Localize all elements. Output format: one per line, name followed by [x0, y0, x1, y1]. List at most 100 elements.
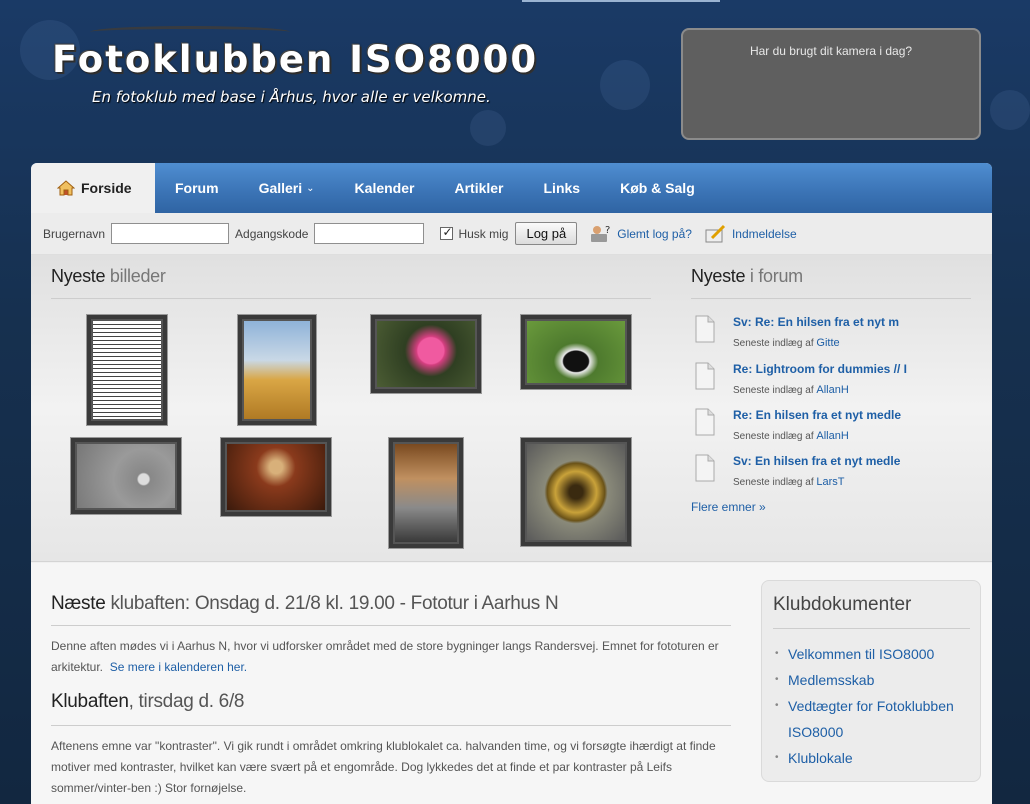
images-heading: Nyeste billeder — [51, 266, 166, 287]
username-input[interactable] — [111, 223, 230, 244]
forum-post-meta: Seneste indlæg af AllanH — [733, 384, 849, 396]
divider — [51, 625, 731, 626]
forgot-login-icon: ? — [589, 224, 613, 244]
forum-post-meta: Seneste indlæg af LarsT — [733, 476, 845, 488]
login-button[interactable]: Log på — [515, 222, 578, 245]
nav-item-kalender[interactable]: Kalender — [335, 163, 435, 213]
thumbnail-image — [377, 321, 475, 387]
nav-item-links[interactable]: Links — [524, 163, 601, 213]
heading-strong: Nyeste — [51, 266, 106, 286]
divider — [691, 298, 971, 299]
heading-light: billeder — [105, 266, 166, 286]
nav-item-forside[interactable]: Forside — [31, 163, 155, 213]
content-area: Næste klubaften: Onsdag d. 21/8 kl. 19.0… — [31, 563, 992, 804]
divider — [51, 725, 731, 726]
document-icon — [693, 408, 717, 436]
heading-strong: Nyeste — [691, 266, 746, 286]
svg-text:?: ? — [605, 225, 610, 236]
article-body: Aftenens emne var "kontraster". Vi gik r… — [51, 739, 716, 795]
forgot-login-link[interactable]: Glemt log på? — [617, 227, 692, 241]
remember-label: Husk mig — [458, 226, 509, 241]
calendar-link[interactable]: Se mere i kalenderen her. — [110, 660, 247, 674]
register-icon — [704, 224, 728, 244]
thumbnail-image — [93, 321, 161, 419]
document-link[interactable]: Vedtægter for Fotoklubben ISO8000 — [775, 693, 980, 745]
divider — [51, 298, 651, 299]
forum-post-author[interactable]: LarsT — [816, 476, 844, 488]
featured-panel: Nyeste billeder Nyeste i forum Sv: Re: E… — [31, 255, 992, 562]
document-link[interactable]: Medlemsskab — [775, 667, 980, 693]
thumbnail-image — [527, 321, 625, 383]
forum-post-title[interactable]: Sv: Re: En hilsen fra et nyt m — [733, 315, 899, 329]
background-decoration — [990, 90, 1030, 130]
thumbnail-image — [244, 321, 310, 419]
nav-item-galleri[interactable]: Galleri ⌄ — [239, 163, 335, 213]
background-decoration — [600, 60, 650, 110]
forum-post-meta: Seneste indlæg af Gitte — [733, 337, 840, 349]
home-icon — [57, 180, 75, 196]
site-subtitle: En fotoklub med base i Århus, hvor alle … — [92, 88, 491, 106]
gallery-thumbnail[interactable] — [389, 438, 463, 548]
forum-post-title[interactable]: Re: Lightroom for dummies // I — [733, 362, 907, 376]
remember-checkbox[interactable] — [440, 225, 454, 240]
document-icon — [693, 454, 717, 482]
chevron-down-icon: ⌄ — [306, 182, 315, 194]
thumbnail-image — [395, 444, 457, 542]
article-heading[interactable]: Klubaften, tirsdag d. 6/8 — [51, 691, 731, 713]
document-list: Velkommen til ISO8000 Medlemsskab Vedtæg… — [762, 629, 980, 771]
register-link[interactable]: Indmeldelse — [732, 227, 797, 241]
thumbnail-image — [77, 444, 175, 508]
main-container: Forside Forum Galleri ⌄ Kalender Artikler… — [31, 163, 992, 804]
heading-strong: Klubaften — [51, 691, 129, 712]
sidebox-title: Klubdokumenter — [773, 594, 912, 615]
gallery-thumbnail[interactable] — [238, 315, 316, 425]
forum-post-title[interactable]: Sv: En hilsen fra et nyt medle — [733, 454, 900, 468]
meta-label: Seneste indlæg af — [733, 385, 814, 396]
header-info-box: Har du brugt dit kamera i dag? — [681, 28, 981, 140]
article-heading[interactable]: Næste klubaften: Onsdag d. 21/8 kl. 19.0… — [51, 593, 731, 615]
login-form: Brugernavn Adgangskode Husk mig Log på ?… — [31, 213, 992, 255]
article-body: Denne aften mødes vi i Aarhus N, hvor vi… — [51, 636, 731, 678]
gallery-thumbnail[interactable] — [87, 315, 167, 425]
top-accent-line — [522, 0, 720, 2]
nav-item-forum[interactable]: Forum — [155, 163, 239, 213]
gallery-thumbnail[interactable] — [221, 438, 331, 516]
forum-post-author[interactable]: AllanH — [816, 384, 848, 396]
nav-item-artikler[interactable]: Artikler — [434, 163, 523, 213]
forum-post-title[interactable]: Re: En hilsen fra et nyt medle — [733, 408, 901, 422]
thumbnail-image — [527, 444, 625, 540]
heading-strong: Næste — [51, 593, 106, 614]
meta-label: Seneste indlæg af — [733, 477, 814, 488]
document-link[interactable]: Klublokale — [775, 745, 980, 771]
forum-post-author[interactable]: Gitte — [816, 337, 839, 349]
document-link[interactable]: Velkommen til ISO8000 — [775, 641, 980, 667]
nav-label: Køb & Salg — [620, 180, 695, 196]
heading-light: , tirsdag d. 6/8 — [128, 691, 245, 712]
document-icon — [693, 315, 717, 343]
gallery-thumbnail[interactable] — [71, 438, 181, 514]
username-label: Brugernavn — [43, 226, 106, 241]
thumbnail-image — [227, 444, 325, 510]
nav-item-koeb-salg[interactable]: Køb & Salg — [600, 163, 715, 213]
nav-label: Forum — [175, 180, 219, 196]
club-documents-box: Klubdokumenter Velkommen til ISO8000 Med… — [761, 580, 981, 782]
more-topics-link[interactable]: Flere emner » — [691, 500, 766, 514]
document-icon — [693, 362, 717, 390]
gallery-thumbnail[interactable] — [521, 438, 631, 546]
nav-label: Galleri — [258, 180, 303, 196]
forum-heading: Nyeste i forum — [691, 266, 803, 287]
nav-label: Kalender — [354, 180, 415, 196]
password-input[interactable] — [314, 223, 425, 244]
logo-swoosh — [90, 26, 290, 38]
nav-label: Links — [543, 180, 581, 196]
nav-label: Artikler — [454, 180, 504, 196]
article: Næste klubaften: Onsdag d. 21/8 kl. 19.0… — [51, 593, 731, 678]
gallery-thumbnail[interactable] — [371, 315, 481, 393]
forum-post-author[interactable]: AllanH — [816, 430, 848, 442]
meta-label: Seneste indlæg af — [733, 431, 814, 442]
site-title[interactable]: Fotoklubben ISO8000 — [52, 38, 538, 81]
password-label: Adgangskode — [235, 226, 309, 241]
nav-label: Forside — [81, 180, 132, 196]
gallery-thumbnail[interactable] — [521, 315, 631, 389]
header-box-text: Har du brugt dit kamera i dag? — [749, 44, 913, 58]
